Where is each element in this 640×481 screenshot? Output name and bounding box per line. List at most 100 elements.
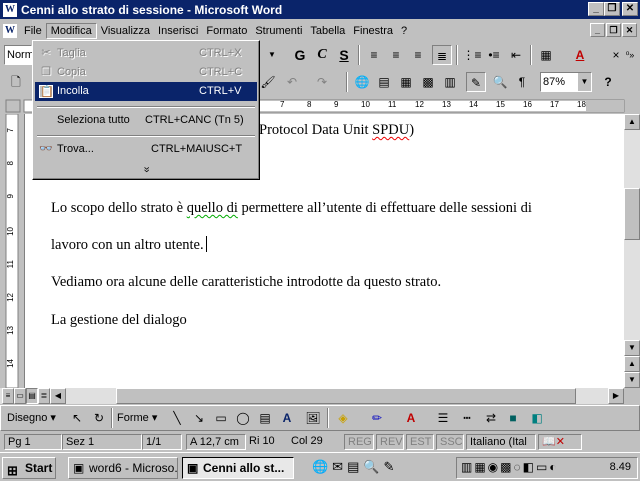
bullet-list-icon[interactable]: •≡ (484, 45, 504, 65)
restore-button[interactable]: ❐ (604, 2, 620, 16)
task-cenni[interactable]: ▣ Cenni allo st... (182, 457, 294, 479)
format-painter-icon[interactable]: 🖌 (258, 72, 278, 92)
clipart-icon[interactable]: 🖼 (303, 408, 323, 428)
word-app-icon[interactable]: W (3, 2, 17, 17)
next-page-button[interactable]: ▼ (624, 372, 640, 388)
menu-file[interactable]: File (20, 24, 46, 38)
scroll-thumb[interactable] (624, 188, 640, 240)
prev-page-button[interactable]: ▲ (624, 356, 640, 372)
menu-item-trova[interactable]: 👓 Trova... CTRL+MAIUSC+T (35, 140, 257, 159)
menu-strumenti[interactable]: Strumenti (251, 24, 306, 38)
drawing-icon[interactable]: ✎ (466, 72, 486, 92)
disegno-menu[interactable]: Disegno ▾ (7, 408, 61, 428)
horizontal-scrollbar[interactable]: ≡ ▭ ▤ ≣ ◀ ▶ (0, 388, 624, 404)
status-est[interactable]: EST (406, 434, 434, 450)
new-document-icon[interactable]: 🗋 (6, 72, 26, 92)
tables-borders-icon[interactable]: ▤ (374, 72, 394, 92)
align-left-icon[interactable]: ≡ (364, 45, 384, 65)
quick-launch[interactable]: 🌐✉▤🔍✎ (312, 459, 432, 477)
status-rec[interactable]: REG (344, 434, 374, 450)
align-right-icon[interactable]: ≡ (408, 45, 428, 65)
status-line: Ri 10 (249, 435, 275, 447)
italic-button[interactable]: C (312, 45, 332, 65)
status-ssc[interactable]: SSC (436, 434, 464, 450)
status-rev[interactable]: REV (376, 434, 404, 450)
web-view-button[interactable]: ▭ (14, 388, 26, 404)
hscroll-thumb[interactable] (116, 388, 576, 404)
scroll-right-button[interactable]: ▶ (608, 388, 624, 404)
document-icon[interactable]: W (3, 23, 17, 38)
draw-font-color-icon[interactable]: A (401, 408, 421, 428)
minimize-button[interactable]: _ (588, 2, 604, 16)
numbered-list-icon[interactable]: ⋮≡ (462, 45, 482, 65)
menu-help[interactable]: ? (397, 24, 411, 38)
dash-style-icon[interactable]: ┅ (457, 408, 477, 428)
free-rotate-icon[interactable]: ↻ (89, 408, 109, 428)
underline-button[interactable]: S (334, 45, 354, 65)
doc-minimize-button[interactable]: _ (590, 23, 605, 37)
undo-icon[interactable]: ↶ (282, 72, 302, 92)
document-map-icon[interactable]: 🔍 (490, 72, 510, 92)
border-icon[interactable]: ▦ (536, 45, 556, 65)
vruler-tick-label: 13 (6, 326, 15, 335)
scroll-up-button[interactable]: ▲ (624, 114, 640, 130)
oval-icon[interactable]: ◯ (233, 408, 253, 428)
insert-excel-icon[interactable]: ▩ (418, 72, 438, 92)
menu-item-copia[interactable]: ❐ Copia CTRL+C (35, 63, 257, 82)
status-language[interactable]: Italiano (Ital (466, 434, 536, 450)
menu-modifica[interactable]: Modifica (45, 22, 97, 39)
spelling-status-icon[interactable]: 📖✕ (538, 434, 582, 450)
normal-view-button[interactable]: ≡ (2, 388, 14, 404)
3d-icon[interactable]: ◧ (527, 408, 547, 428)
tray-icons[interactable]: ▥▦◉▩◌◧▭◐ (461, 460, 559, 474)
line-style-icon[interactable]: ☰ (433, 408, 453, 428)
menu-inserisci[interactable]: Inserisci (154, 24, 202, 38)
scroll-left-button[interactable]: ◀ (50, 388, 66, 404)
size-dropdown-arrow[interactable]: ▼ (262, 45, 282, 65)
scroll-down-button[interactable]: ▼ (624, 340, 640, 356)
redo-icon[interactable]: ↷ (312, 72, 332, 92)
paragraph-1-line-1: Lo scopo dello strato è quello di permet… (51, 200, 532, 216)
select-objects-icon[interactable]: ↖ (67, 408, 87, 428)
menu-expand-chevron[interactable]: » (35, 160, 257, 179)
shadow-icon[interactable]: ■ (503, 408, 523, 428)
print-view-button[interactable]: ▤ (26, 388, 38, 404)
toolbar-more-icon[interactable]: ⁰» (620, 45, 640, 65)
arrow-style-icon[interactable]: ⇄ (481, 408, 501, 428)
line-icon[interactable]: ╲ (167, 408, 187, 428)
rectangle-icon[interactable]: ▭ (211, 408, 231, 428)
start-button[interactable]: ⊞ Start (2, 457, 56, 479)
columns-icon[interactable]: ▥ (440, 72, 460, 92)
font-color-icon[interactable]: A (570, 45, 590, 65)
line-color-icon[interactable]: ✏ (367, 408, 387, 428)
close-button[interactable]: ✕ (622, 2, 638, 16)
clock: 8.49 (609, 461, 631, 473)
menu-item-incolla[interactable]: 📋 Incolla CTRL+V (35, 82, 257, 101)
justify-icon[interactable]: ≣ (432, 45, 452, 65)
arrow-icon[interactable]: ↘ (189, 408, 209, 428)
textbox-icon[interactable]: ▤ (255, 408, 275, 428)
menu-formato[interactable]: Formato (202, 24, 251, 38)
align-center-icon[interactable]: ≡ (386, 45, 406, 65)
task-word6[interactable]: ▣ word6 - Microso... (68, 457, 178, 479)
zoom-combo[interactable]: 87% ▼ (540, 72, 592, 92)
menu-finestra[interactable]: Finestra (349, 24, 397, 38)
show-hide-icon[interactable]: ¶ (512, 72, 532, 92)
decrease-indent-icon[interactable]: ⇤ (506, 45, 526, 65)
bold-button[interactable]: G (290, 45, 310, 65)
style-combo[interactable]: Norm (4, 45, 34, 65)
doc-restore-button[interactable]: ❐ (606, 23, 621, 37)
hyperlink-icon[interactable]: 🌐 (352, 72, 372, 92)
menu-item-taglia[interactable]: ✂ Taglia CTRL+X (35, 44, 257, 63)
vertical-scrollbar[interactable]: ▲ ▼ ▲ ▼ (624, 114, 640, 388)
menu-visualizza[interactable]: Visualizza (97, 24, 154, 38)
doc-close-button[interactable]: ✕ (622, 23, 637, 37)
outline-view-button[interactable]: ≣ (38, 388, 50, 404)
help-icon[interactable]: ? (598, 72, 618, 92)
wordart-icon[interactable]: A (277, 408, 297, 428)
fill-color-icon[interactable]: ◈ (333, 408, 353, 428)
forme-menu[interactable]: Forme ▾ (117, 408, 165, 428)
menu-tabella[interactable]: Tabella (306, 24, 349, 38)
menu-item-seleziona-tutto[interactable]: Seleziona tutto CTRL+CANC (Tn 5) (35, 111, 257, 130)
insert-table-icon[interactable]: ▦ (396, 72, 416, 92)
